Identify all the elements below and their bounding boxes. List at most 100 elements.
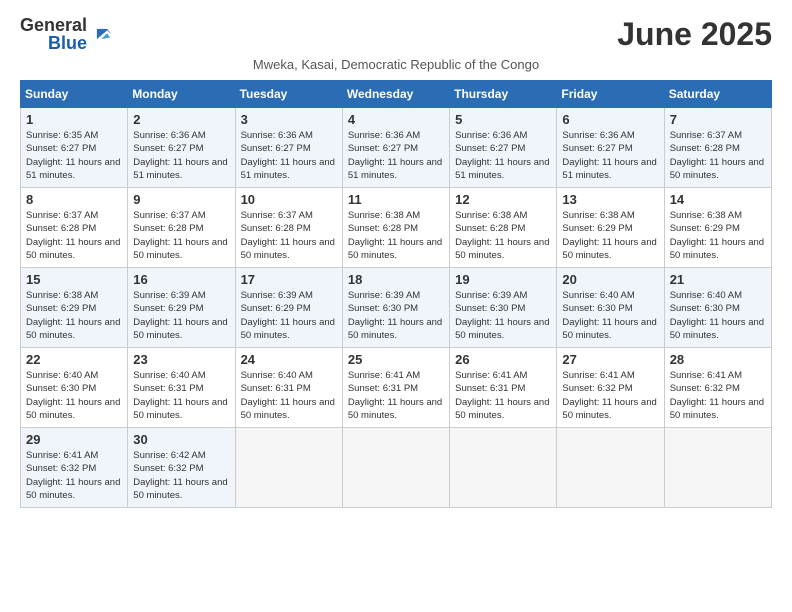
day-number: 4 <box>348 112 444 127</box>
day-number: 18 <box>348 272 444 287</box>
calendar-cell: 2 Sunrise: 6:36 AMSunset: 6:27 PMDayligh… <box>128 108 235 188</box>
day-number: 1 <box>26 112 122 127</box>
calendar-cell: 6 Sunrise: 6:36 AMSunset: 6:27 PMDayligh… <box>557 108 664 188</box>
logo: General Blue <box>20 16 113 52</box>
weekday-header-tuesday: Tuesday <box>235 81 342 108</box>
subtitle: Mweka, Kasai, Democratic Republic of the… <box>20 57 772 72</box>
cell-info: Sunrise: 6:41 AMSunset: 6:32 PMDaylight:… <box>26 450 120 501</box>
cell-info: Sunrise: 6:40 AMSunset: 6:31 PMDaylight:… <box>241 370 335 421</box>
cell-info: Sunrise: 6:37 AMSunset: 6:28 PMDaylight:… <box>26 210 120 261</box>
weekday-header-saturday: Saturday <box>664 81 771 108</box>
calendar-cell: 7 Sunrise: 6:37 AMSunset: 6:28 PMDayligh… <box>664 108 771 188</box>
cell-info: Sunrise: 6:39 AMSunset: 6:29 PMDaylight:… <box>241 290 335 341</box>
cell-info: Sunrise: 6:37 AMSunset: 6:28 PMDaylight:… <box>670 130 764 181</box>
calendar-week-4: 22 Sunrise: 6:40 AMSunset: 6:30 PMDaylig… <box>21 348 772 428</box>
title-area: June 2025 <box>617 16 772 53</box>
day-number: 23 <box>133 352 229 367</box>
day-number: 12 <box>455 192 551 207</box>
cell-info: Sunrise: 6:36 AMSunset: 6:27 PMDaylight:… <box>348 130 442 181</box>
day-number: 7 <box>670 112 766 127</box>
day-number: 22 <box>26 352 122 367</box>
logo-blue: Blue <box>48 34 87 52</box>
weekday-header-row: SundayMondayTuesdayWednesdayThursdayFrid… <box>21 81 772 108</box>
day-number: 6 <box>562 112 658 127</box>
calendar-cell: 14 Sunrise: 6:38 AMSunset: 6:29 PMDaylig… <box>664 188 771 268</box>
day-number: 15 <box>26 272 122 287</box>
day-number: 8 <box>26 192 122 207</box>
day-number: 19 <box>455 272 551 287</box>
day-number: 20 <box>562 272 658 287</box>
calendar-cell <box>235 428 342 508</box>
day-number: 16 <box>133 272 229 287</box>
calendar-cell: 24 Sunrise: 6:40 AMSunset: 6:31 PMDaylig… <box>235 348 342 428</box>
calendar-cell: 18 Sunrise: 6:39 AMSunset: 6:30 PMDaylig… <box>342 268 449 348</box>
calendar-cell <box>450 428 557 508</box>
calendar-week-3: 15 Sunrise: 6:38 AMSunset: 6:29 PMDaylig… <box>21 268 772 348</box>
day-number: 2 <box>133 112 229 127</box>
weekday-header-thursday: Thursday <box>450 81 557 108</box>
weekday-header-monday: Monday <box>128 81 235 108</box>
day-number: 25 <box>348 352 444 367</box>
calendar-cell: 4 Sunrise: 6:36 AMSunset: 6:27 PMDayligh… <box>342 108 449 188</box>
cell-info: Sunrise: 6:39 AMSunset: 6:30 PMDaylight:… <box>348 290 442 341</box>
day-number: 26 <box>455 352 551 367</box>
calendar-cell: 3 Sunrise: 6:36 AMSunset: 6:27 PMDayligh… <box>235 108 342 188</box>
calendar-cell: 22 Sunrise: 6:40 AMSunset: 6:30 PMDaylig… <box>21 348 128 428</box>
cell-info: Sunrise: 6:38 AMSunset: 6:29 PMDaylight:… <box>26 290 120 341</box>
logo-icon <box>91 23 113 45</box>
day-number: 21 <box>670 272 766 287</box>
month-title: June 2025 <box>617 16 772 53</box>
cell-info: Sunrise: 6:39 AMSunset: 6:29 PMDaylight:… <box>133 290 227 341</box>
day-number: 14 <box>670 192 766 207</box>
cell-info: Sunrise: 6:40 AMSunset: 6:31 PMDaylight:… <box>133 370 227 421</box>
cell-info: Sunrise: 6:36 AMSunset: 6:27 PMDaylight:… <box>133 130 227 181</box>
calendar-cell: 20 Sunrise: 6:40 AMSunset: 6:30 PMDaylig… <box>557 268 664 348</box>
weekday-header-friday: Friday <box>557 81 664 108</box>
cell-info: Sunrise: 6:41 AMSunset: 6:32 PMDaylight:… <box>562 370 656 421</box>
calendar-cell: 13 Sunrise: 6:38 AMSunset: 6:29 PMDaylig… <box>557 188 664 268</box>
day-number: 9 <box>133 192 229 207</box>
cell-info: Sunrise: 6:37 AMSunset: 6:28 PMDaylight:… <box>241 210 335 261</box>
calendar-cell <box>342 428 449 508</box>
calendar-cell: 15 Sunrise: 6:38 AMSunset: 6:29 PMDaylig… <box>21 268 128 348</box>
cell-info: Sunrise: 6:38 AMSunset: 6:28 PMDaylight:… <box>455 210 549 261</box>
calendar-week-5: 29 Sunrise: 6:41 AMSunset: 6:32 PMDaylig… <box>21 428 772 508</box>
cell-info: Sunrise: 6:37 AMSunset: 6:28 PMDaylight:… <box>133 210 227 261</box>
calendar-cell: 11 Sunrise: 6:38 AMSunset: 6:28 PMDaylig… <box>342 188 449 268</box>
cell-info: Sunrise: 6:36 AMSunset: 6:27 PMDaylight:… <box>562 130 656 181</box>
header: General Blue June 2025 <box>20 16 772 53</box>
calendar-cell: 28 Sunrise: 6:41 AMSunset: 6:32 PMDaylig… <box>664 348 771 428</box>
day-number: 30 <box>133 432 229 447</box>
calendar: SundayMondayTuesdayWednesdayThursdayFrid… <box>20 80 772 508</box>
weekday-header-wednesday: Wednesday <box>342 81 449 108</box>
cell-info: Sunrise: 6:35 AMSunset: 6:27 PMDaylight:… <box>26 130 120 181</box>
calendar-cell: 29 Sunrise: 6:41 AMSunset: 6:32 PMDaylig… <box>21 428 128 508</box>
cell-info: Sunrise: 6:38 AMSunset: 6:28 PMDaylight:… <box>348 210 442 261</box>
cell-info: Sunrise: 6:41 AMSunset: 6:32 PMDaylight:… <box>670 370 764 421</box>
cell-info: Sunrise: 6:41 AMSunset: 6:31 PMDaylight:… <box>348 370 442 421</box>
cell-info: Sunrise: 6:42 AMSunset: 6:32 PMDaylight:… <box>133 450 227 501</box>
calendar-week-2: 8 Sunrise: 6:37 AMSunset: 6:28 PMDayligh… <box>21 188 772 268</box>
calendar-cell: 25 Sunrise: 6:41 AMSunset: 6:31 PMDaylig… <box>342 348 449 428</box>
day-number: 10 <box>241 192 337 207</box>
cell-info: Sunrise: 6:39 AMSunset: 6:30 PMDaylight:… <box>455 290 549 341</box>
calendar-cell: 12 Sunrise: 6:38 AMSunset: 6:28 PMDaylig… <box>450 188 557 268</box>
day-number: 11 <box>348 192 444 207</box>
logo-general: General <box>20 16 87 34</box>
day-number: 17 <box>241 272 337 287</box>
day-number: 27 <box>562 352 658 367</box>
cell-info: Sunrise: 6:36 AMSunset: 6:27 PMDaylight:… <box>241 130 335 181</box>
calendar-cell: 17 Sunrise: 6:39 AMSunset: 6:29 PMDaylig… <box>235 268 342 348</box>
calendar-cell: 16 Sunrise: 6:39 AMSunset: 6:29 PMDaylig… <box>128 268 235 348</box>
calendar-cell: 21 Sunrise: 6:40 AMSunset: 6:30 PMDaylig… <box>664 268 771 348</box>
day-number: 13 <box>562 192 658 207</box>
cell-info: Sunrise: 6:38 AMSunset: 6:29 PMDaylight:… <box>562 210 656 261</box>
calendar-cell: 8 Sunrise: 6:37 AMSunset: 6:28 PMDayligh… <box>21 188 128 268</box>
cell-info: Sunrise: 6:41 AMSunset: 6:31 PMDaylight:… <box>455 370 549 421</box>
calendar-cell: 27 Sunrise: 6:41 AMSunset: 6:32 PMDaylig… <box>557 348 664 428</box>
calendar-cell <box>557 428 664 508</box>
calendar-cell <box>664 428 771 508</box>
calendar-cell: 30 Sunrise: 6:42 AMSunset: 6:32 PMDaylig… <box>128 428 235 508</box>
cell-info: Sunrise: 6:40 AMSunset: 6:30 PMDaylight:… <box>670 290 764 341</box>
calendar-week-1: 1 Sunrise: 6:35 AMSunset: 6:27 PMDayligh… <box>21 108 772 188</box>
